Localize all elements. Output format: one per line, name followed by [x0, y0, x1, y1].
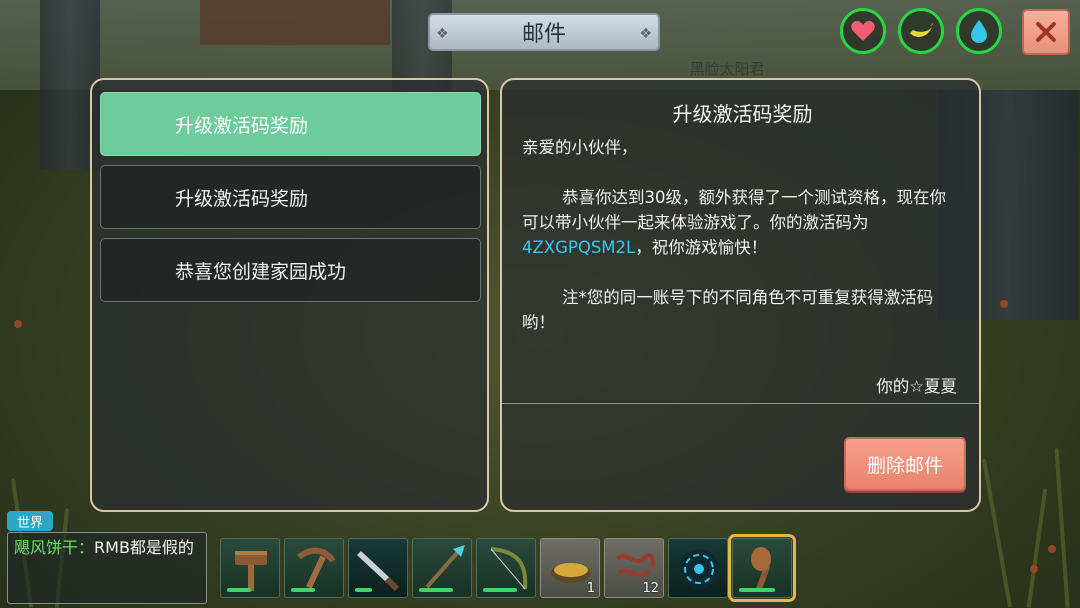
divider — [502, 403, 979, 404]
hotbar-slot[interactable] — [476, 538, 536, 598]
activation-code: 4ZXGPQSM2L — [522, 238, 636, 257]
delete-mail-button[interactable]: 删除邮件 — [844, 437, 966, 491]
mail-title: 升级激活码奖励 — [672, 102, 813, 126]
chat-sender: 飓风饼干： — [14, 538, 95, 557]
window-title: 邮件 — [521, 22, 566, 47]
mail-list-item-label: 恭喜您创建家园成功 — [175, 260, 347, 283]
mail-list-item-label: 升级激活码奖励 — [175, 187, 309, 210]
hotbar-slot[interactable]: 1 — [540, 538, 600, 598]
mail-greeting: 亲爱的小伙伴， — [522, 138, 638, 157]
window-title-banner: ❖ 邮件 ❖ — [428, 13, 660, 51]
chat-channel-label: 世界 — [16, 515, 43, 531]
hotbar-slot[interactable] — [412, 538, 472, 598]
hunger-status — [898, 8, 944, 54]
hotbar: 1 12 — [210, 530, 800, 608]
mail-list-item[interactable]: 升级激活码奖励 — [100, 165, 481, 229]
mail-body-text-end: ，祝你游戏愉快！ — [635, 238, 768, 257]
chat-box[interactable]: 飓风饼干：RMB都是假的 — [7, 532, 207, 604]
mail-signature: 你的☆夏夏 — [876, 377, 957, 396]
chat-channel-tab[interactable]: 世界 — [7, 511, 53, 531]
durability-bar — [419, 588, 453, 592]
hotbar-slot[interactable] — [348, 538, 408, 598]
hotbar-slot-selected[interactable] — [728, 534, 796, 602]
chat-message: RMB都是假的 — [94, 538, 194, 557]
heart-icon — [851, 20, 875, 41]
durability-bar — [227, 588, 251, 592]
mail-list-panel: 升级激活码奖励 升级激活码奖励 恭喜您创建家园成功 — [90, 78, 489, 512]
mail-content-panel: 升级激活码奖励 亲爱的小伙伴， 恭喜你达到30级，额外获得了一个测试资格，现在你… — [500, 78, 981, 512]
durability-bar — [483, 588, 517, 592]
ornament-left-icon: ❖ — [436, 26, 449, 42]
hotbar-slot[interactable] — [668, 538, 728, 598]
thirst-status — [956, 8, 1002, 54]
mail-body: 亲爱的小伙伴， 恭喜你达到30级，额外获得了一个测试资格，现在你可以带小伙伴一起… — [522, 135, 962, 335]
mail-list-item-label: 升级激活码奖励 — [175, 114, 309, 137]
durability-bar — [739, 588, 775, 592]
durability-bar — [291, 588, 315, 592]
water-drop-icon — [971, 20, 987, 43]
delete-mail-label: 删除邮件 — [866, 454, 943, 477]
banana-icon — [910, 22, 934, 37]
mail-list-item[interactable]: 升级激活码奖励 — [100, 92, 481, 156]
mail-list-item[interactable]: 恭喜您创建家园成功 — [100, 238, 481, 302]
item-count: 12 — [642, 581, 659, 596]
hotbar-slot[interactable]: 12 — [604, 538, 664, 598]
orb-icon — [679, 549, 719, 589]
npc-name-label: 黑脸太阳君 — [689, 60, 765, 78]
close-button[interactable] — [1022, 9, 1070, 55]
ornament-right-icon: ❖ — [639, 26, 652, 42]
hotbar-slot[interactable] — [220, 538, 280, 598]
mail-body-text: 恭喜你达到30级，额外获得了一个测试资格，现在你可以带小伙伴一起来体验游戏了。你… — [522, 188, 946, 232]
durability-bar — [355, 588, 372, 592]
item-count: 1 — [586, 581, 595, 596]
mail-note: 注*您的同一账号下的不同角色不可重复获得激活码哟！ — [522, 288, 934, 332]
mail-paragraph: 恭喜你达到30级，额外获得了一个测试资格，现在你可以带小伙伴一起来体验游戏了。你… — [522, 185, 962, 260]
health-status — [840, 8, 886, 54]
close-icon — [1036, 22, 1056, 42]
hotbar-slot[interactable] — [284, 538, 344, 598]
